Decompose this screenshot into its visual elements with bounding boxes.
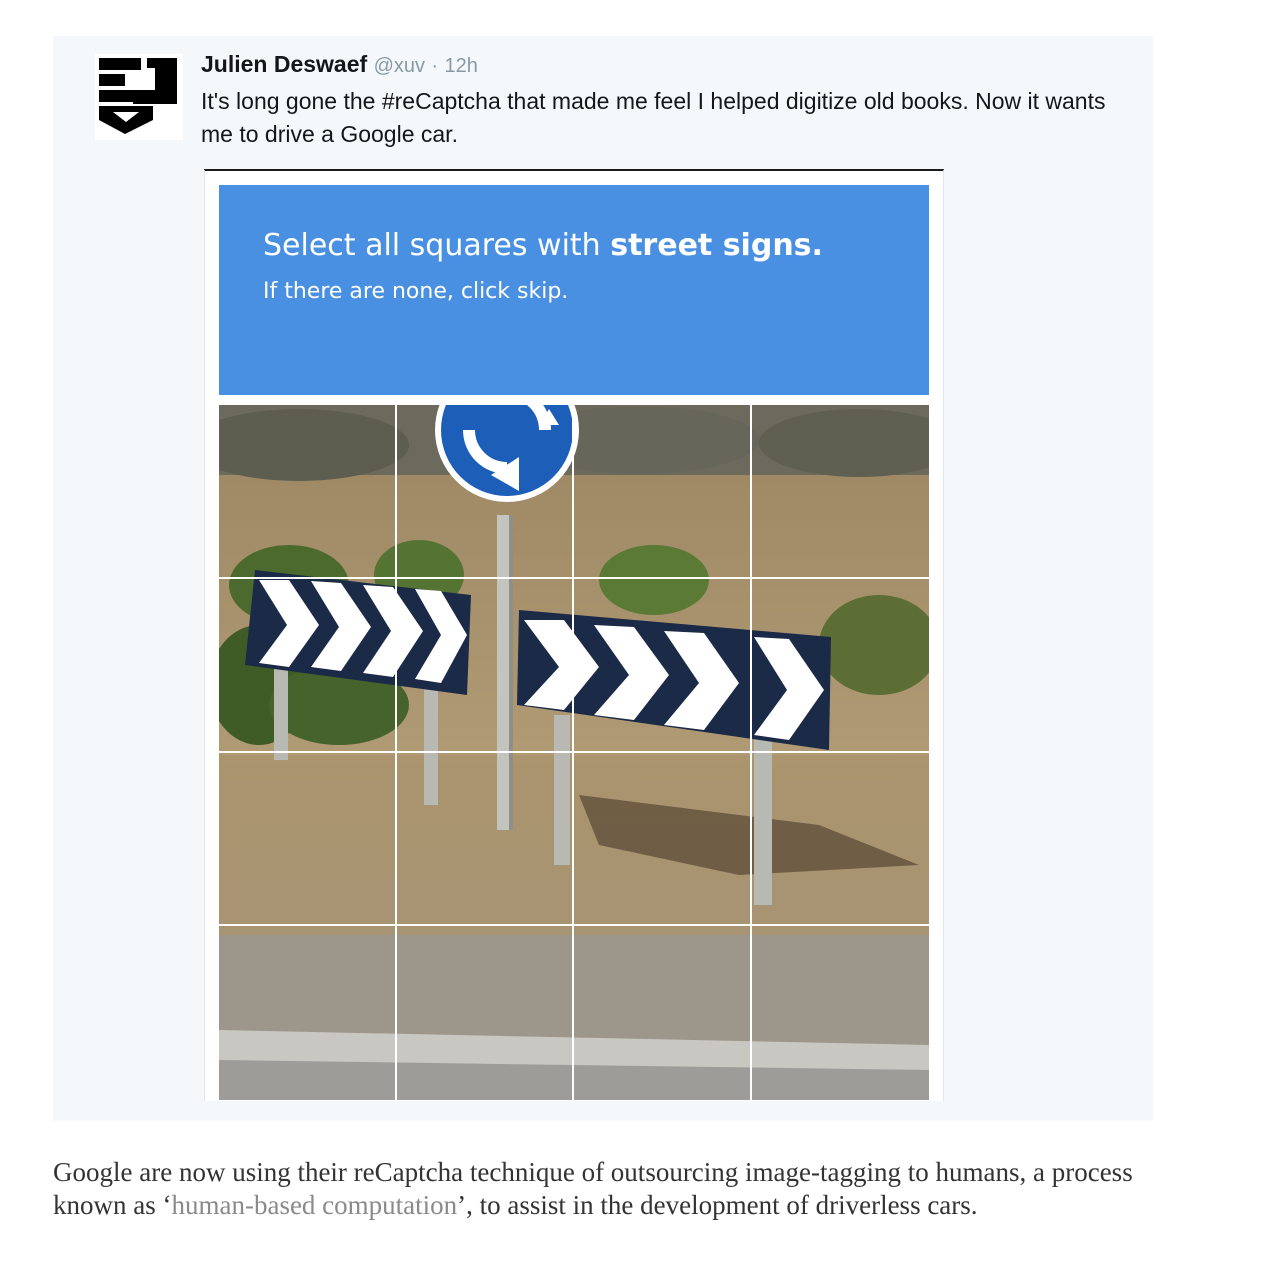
tweet-header: Julien Deswaef @xuv · 12h	[201, 50, 478, 80]
captcha-tile[interactable]	[574, 578, 752, 753]
captcha-tile[interactable]	[219, 752, 397, 927]
captcha-tile[interactable]	[396, 405, 574, 579]
tweet-text: It's long gone the #reCaptcha that made …	[201, 88, 1106, 147]
captcha-tile[interactable]	[219, 578, 397, 753]
xuv-logo-icon	[99, 58, 177, 134]
captcha-prompt-target: street signs.	[610, 228, 823, 263]
captcha-tile[interactable]	[396, 752, 574, 927]
caption-text-after: ’, to assist in the development of drive…	[457, 1190, 978, 1220]
captcha-tile[interactable]	[751, 405, 929, 579]
captcha-tile[interactable]	[574, 926, 752, 1100]
separator-dot: ·	[431, 55, 439, 77]
captcha-instruction: If there are none, click skip.	[263, 279, 569, 304]
author-name[interactable]: Julien Deswaef	[201, 51, 367, 77]
captcha-tile[interactable]	[752, 926, 930, 1100]
captcha-prompt: Select all squares with street signs.	[263, 228, 823, 263]
captcha-tile[interactable]	[574, 405, 752, 579]
captcha-tile[interactable]	[219, 405, 397, 579]
human-based-computation-link[interactable]: human-based computation	[171, 1190, 457, 1220]
captcha-tile[interactable]	[751, 579, 929, 753]
avatar[interactable]	[95, 54, 183, 140]
captcha-tile[interactable]	[219, 926, 397, 1100]
captcha-tile[interactable]	[574, 752, 752, 927]
author-handle[interactable]: @xuv	[374, 55, 425, 77]
captcha-tile[interactable]	[396, 578, 574, 753]
captcha-tile[interactable]	[751, 753, 929, 927]
captcha-prompt-prefix: Select all squares with	[263, 228, 611, 263]
captcha-tile[interactable]	[397, 926, 574, 1100]
tweet-timestamp[interactable]: 12h	[444, 55, 477, 77]
article-caption: Google are now using their reCaptcha tec…	[53, 1156, 1203, 1222]
